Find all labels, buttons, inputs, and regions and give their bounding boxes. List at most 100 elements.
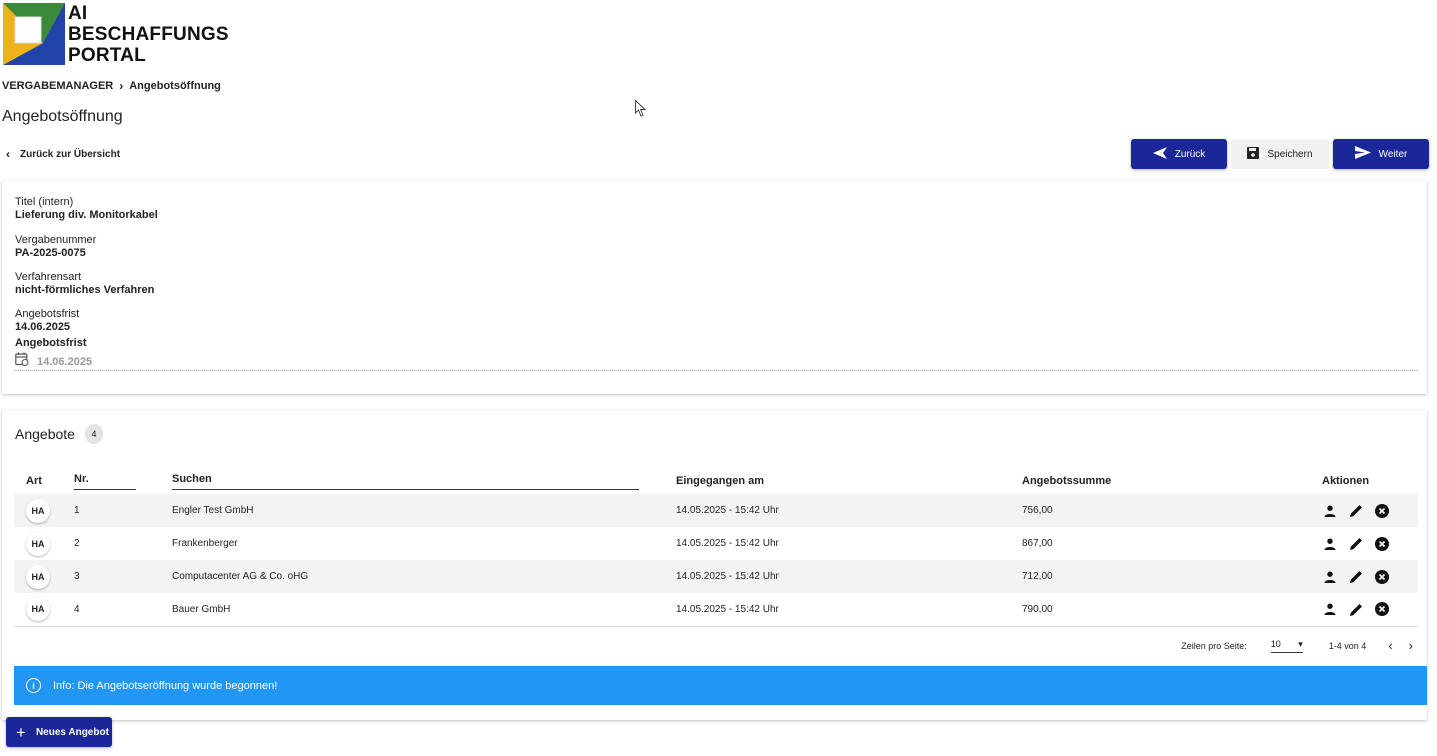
field-number-label: Vergabenummer [15, 234, 97, 246]
logo-text: AI BESCHAFFUNGS PORTAL [68, 3, 229, 66]
chevron-right-icon: › [119, 79, 124, 93]
back-to-overview-link[interactable]: ‹ Zurück zur Übersicht [6, 147, 120, 161]
caret-down-icon: ▾ [1298, 638, 1303, 649]
page-title: Angebotsöffnung [2, 108, 123, 125]
field-procedure-value: nicht-förmliches Verfahren [15, 284, 155, 296]
offers-count-badge: 4 [84, 424, 103, 444]
row-received: 14.05.2025 - 15:42 Uhr [676, 538, 779, 549]
table-row[interactable]: HA 1 Engler Test GmbH 14.05.2025 - 15:42… [14, 494, 1418, 527]
pencil-icon[interactable] [1348, 569, 1364, 585]
field-title-label: Titel (intern) [15, 196, 74, 208]
row-name: Engler Test GmbH [172, 494, 676, 527]
table-row[interactable]: HA 2 Frankenberger 14.05.2025 - 15:42 Uh… [14, 527, 1418, 560]
toolbar: Zurück Speichern Weiter [1131, 139, 1429, 169]
offers-table: Art Nr. Suchen Eingegangen am Angebotssu… [14, 468, 1418, 627]
col-header-nr[interactable]: Nr. [74, 468, 172, 494]
close-circle-icon[interactable] [1374, 569, 1390, 585]
pencil-icon[interactable] [1348, 601, 1364, 617]
table-header-row: Art Nr. Suchen Eingegangen am Angebotssu… [14, 468, 1418, 494]
person-icon[interactable] [1322, 503, 1338, 519]
row-nr: 4 [74, 593, 172, 627]
row-name: Frankenberger [172, 538, 238, 549]
field-title-value: Lieferung div. Monitorkabel [15, 209, 158, 221]
field-number-value: PA-2025-0075 [15, 247, 86, 259]
type-chip: HA [26, 597, 50, 622]
row-nr: 2 [74, 538, 80, 549]
info-icon: i [26, 678, 41, 693]
calendar-icon[interactable] [15, 352, 29, 371]
row-received: 14.05.2025 - 15:42 Uhr [676, 494, 1022, 527]
row-sum: 712,00 [1022, 560, 1322, 593]
col-header-sum[interactable]: Angebotssumme [1022, 468, 1322, 494]
field-deadline-value: 14.06.2025 [15, 321, 71, 333]
search-filter-input[interactable]: Suchen [172, 473, 639, 490]
field-procedure-label: Verfahrensart [15, 271, 82, 283]
pencil-icon[interactable] [1348, 536, 1364, 552]
back-link-label: Zurück zur Übersicht [20, 148, 121, 160]
plus-icon: + [16, 722, 26, 742]
col-header-received[interactable]: Eingegangen am [676, 468, 1022, 494]
pagination: Zeilen pro Seite: 10 ▾ 1-4 von 4 ‹ › [1181, 638, 1413, 653]
back-button[interactable]: Zurück [1131, 139, 1227, 169]
send-icon [1354, 146, 1371, 162]
offers-card: Angebote 4 Art Nr. Suchen Eingegangen am… [2, 410, 1427, 720]
table-row[interactable]: HA 4 Bauer GmbH 14.05.2025 - 15:42 Uhr 7… [14, 593, 1418, 627]
field-deadline-label: Angebotsfrist [15, 308, 80, 320]
type-chip: HA [26, 564, 50, 589]
back-button-label: Zurück [1174, 148, 1206, 160]
field-deadline: Angebotsfrist 14.06.2025 Angebotsfrist [15, 308, 87, 350]
offers-title: Angebote [15, 426, 75, 442]
col-header-actions: Aktionen [1322, 475, 1370, 487]
col-header-search[interactable]: Suchen [172, 468, 676, 494]
row-sum: 867,00 [1022, 538, 1053, 549]
col-header-art[interactable]: Art [14, 468, 74, 494]
person-icon[interactable] [1322, 601, 1338, 617]
offers-header: Angebote 4 [15, 424, 103, 444]
breadcrumb-root[interactable]: VERGABEMANAGER [2, 80, 113, 92]
rows-per-page-value: 10 [1270, 639, 1281, 649]
rows-per-page-label: Zeilen pro Seite: [1181, 640, 1247, 651]
person-icon[interactable] [1322, 569, 1338, 585]
details-card: Titel (intern) Lieferung div. Monitorkab… [2, 181, 1427, 394]
mouse-cursor-icon [635, 99, 647, 122]
close-circle-icon[interactable] [1374, 536, 1390, 552]
prev-page-icon[interactable]: ‹ [1388, 638, 1392, 653]
row-name: Computacenter AG & Co. oHG [172, 560, 676, 593]
field-procedure: Verfahrensart nicht-förmliches Verfahren [15, 271, 154, 297]
close-circle-icon[interactable] [1374, 503, 1390, 519]
logo-icon [3, 3, 65, 65]
rows-per-page-select[interactable]: 10 ▾ [1270, 638, 1303, 653]
next-page-icon[interactable]: › [1409, 638, 1413, 653]
chevron-left-icon: ‹ [6, 147, 10, 161]
row-nr: 1 [74, 494, 172, 527]
col-header-nr-label: Nr. [74, 473, 136, 490]
info-message: Info: Die Angebotseröffnung wurde begonn… [53, 679, 278, 692]
deadline-date-field[interactable] [15, 352, 1417, 371]
app-logo: AI BESCHAFFUNGS PORTAL [3, 3, 229, 66]
person-icon[interactable] [1322, 536, 1338, 552]
row-received: 14.05.2025 - 15:42 Uhr [676, 560, 1022, 593]
next-button-label: Weiter [1378, 148, 1408, 160]
row-name: Bauer GmbH [172, 593, 676, 627]
row-nr: 3 [74, 560, 172, 593]
new-offer-button[interactable]: + Neues Angebot [6, 717, 112, 747]
next-button[interactable]: Weiter [1333, 139, 1429, 169]
arrow-left-icon [1152, 146, 1167, 162]
new-offer-label: Neues Angebot [35, 726, 109, 738]
deadline-input-label: Angebotsfrist [15, 337, 87, 349]
field-number: Vergabenummer PA-2025-0075 [15, 234, 96, 260]
info-alert: i Info: Die Angebotseröffnung wurde bego… [14, 666, 1427, 705]
deadline-input[interactable] [37, 355, 237, 368]
close-circle-icon[interactable] [1374, 601, 1390, 617]
row-received: 14.05.2025 - 15:42 Uhr [676, 593, 1022, 627]
save-button[interactable]: Speichern [1231, 139, 1329, 169]
save-button-label: Speichern [1267, 148, 1313, 160]
breadcrumb-current: Angebotsöffnung [129, 80, 221, 92]
field-title: Titel (intern) Lieferung div. Monitorkab… [15, 196, 158, 222]
table-row[interactable]: HA 3 Computacenter AG & Co. oHG 14.05.20… [14, 560, 1418, 593]
type-chip: HA [26, 498, 50, 523]
pagination-range: 1-4 von 4 [1328, 640, 1367, 651]
row-sum: 790,00 [1022, 593, 1322, 627]
pencil-icon[interactable] [1348, 503, 1364, 519]
row-sum: 756,00 [1022, 494, 1322, 527]
